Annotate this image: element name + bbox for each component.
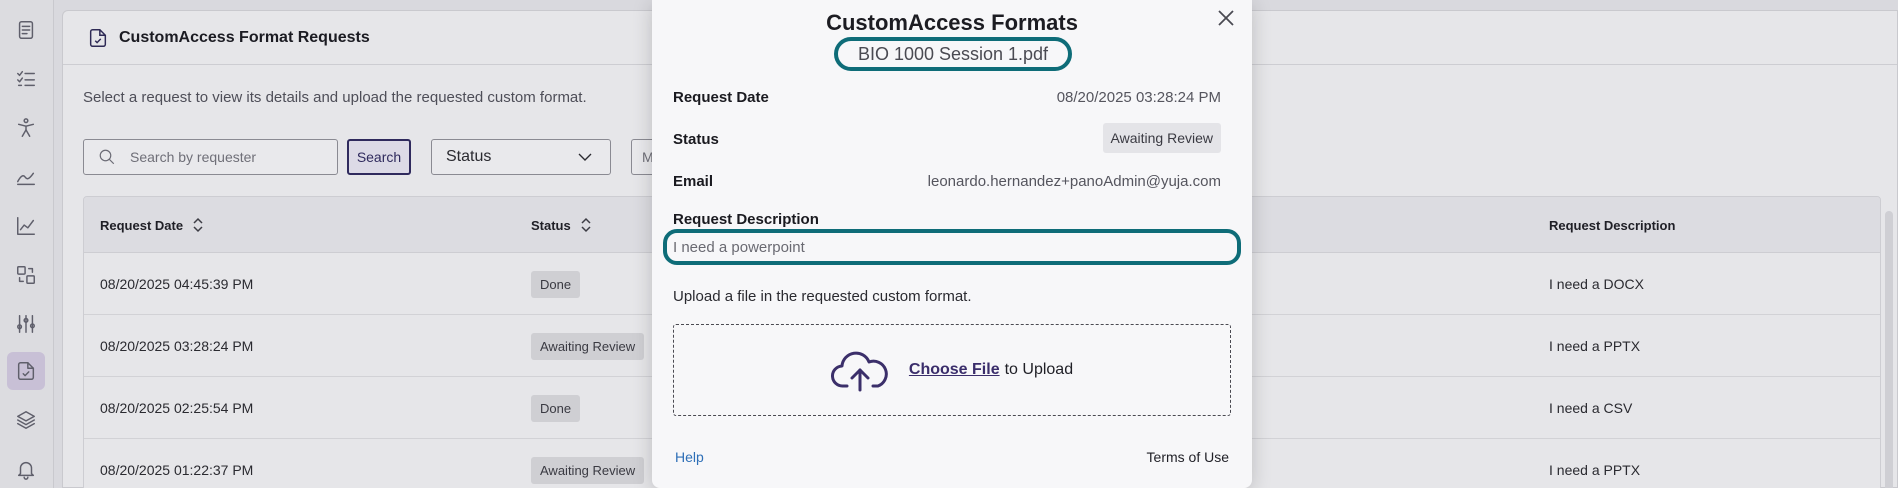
file-name: BIO 1000 Session 1.pdf [834, 37, 1072, 71]
column-header-label: Status [531, 217, 571, 233]
help-link[interactable]: Help [675, 449, 704, 465]
search-input[interactable]: Search by requester [83, 139, 338, 175]
close-icon [1218, 10, 1234, 26]
column-header-label: Request Date [100, 217, 184, 233]
custom-format-icon[interactable] [7, 352, 45, 390]
page-subtitle: Select a request to view its details and… [83, 89, 587, 106]
to-upload-text: to Upload [1004, 361, 1074, 378]
column-header-request-description: Request Description [1549, 197, 1675, 253]
file-dropzone[interactable]: Choose File to Upload [673, 324, 1231, 416]
cell-status: Done [531, 377, 581, 439]
choose-file-link[interactable]: Choose File [909, 361, 1000, 379]
custom-format-modal: CustomAccess Formats BIO 1000 Session 1.… [652, 0, 1252, 488]
cell-description: I need a CSV [1549, 400, 1633, 416]
table-scrollbar[interactable] [1885, 211, 1893, 488]
status-badge: Done [531, 394, 581, 422]
signature-icon[interactable] [7, 158, 45, 196]
cell-date: 08/20/2025 03:28:24 PM [100, 338, 254, 354]
status-badge: Awaiting Review [531, 456, 645, 484]
sort-icon [581, 217, 591, 233]
modal-title: CustomAccess Formats [826, 10, 1078, 35]
cell-status: Awaiting Review [531, 315, 645, 377]
column-header-status[interactable]: Status [531, 197, 593, 253]
search-button[interactable]: Search [347, 139, 411, 175]
column-header-request-date[interactable]: Request Date [100, 197, 205, 253]
email-label: Email [673, 173, 714, 190]
cell-description: I need a DOCX [1549, 276, 1644, 292]
chevron-down-icon [578, 153, 592, 161]
status-label: Status [673, 131, 719, 148]
request-date-value: 08/20/2025 03:28:24 PM [1056, 89, 1221, 106]
cell-date: 08/20/2025 01:22:37 PM [100, 462, 254, 478]
checklist-icon[interactable] [7, 60, 45, 98]
status-badge: Awaiting Review [1102, 123, 1221, 153]
status-badge: Awaiting Review [531, 332, 645, 360]
bell-icon[interactable] [7, 450, 45, 488]
email-value: leonardo.hernandez+panoAdmin@yuja.com [927, 173, 1221, 190]
cell-date: 08/20/2025 02:25:54 PM [100, 400, 254, 416]
page-title: CustomAccess Format Requests [119, 28, 370, 46]
settings-sliders-icon[interactable] [7, 305, 45, 343]
convert-icon[interactable] [7, 256, 45, 294]
cell-status: Awaiting Review [531, 439, 645, 488]
accessibility-icon[interactable] [7, 109, 45, 147]
cell-description: I need a PPTX [1549, 338, 1641, 354]
search-icon [99, 149, 115, 165]
status-filter-label: Status [446, 148, 492, 165]
cell-date: 08/20/2025 04:45:39 PM [100, 276, 254, 292]
cell-description: I need a PPTX [1549, 462, 1641, 478]
close-button[interactable] [1212, 4, 1240, 32]
terms-of-use-link[interactable]: Terms of Use [1147, 449, 1229, 465]
request-date-label: Request Date [673, 89, 769, 106]
status-badge: Done [531, 270, 581, 298]
search-placeholder: Search by requester [130, 149, 257, 165]
request-description-label: Request Description [673, 211, 819, 228]
document-icon[interactable] [7, 11, 45, 49]
custom-format-icon [89, 28, 107, 47]
column-header-label: Request Description [1549, 217, 1676, 233]
layers-icon[interactable] [7, 401, 45, 439]
cloud-upload-icon [830, 351, 888, 392]
sort-icon [193, 217, 203, 233]
status-filter-select[interactable]: Status [431, 139, 611, 175]
left-nav-rail [0, 0, 54, 488]
analytics-icon[interactable] [7, 207, 45, 245]
request-description-value: I need a powerpoint [663, 229, 1241, 265]
cell-status: Done [531, 253, 581, 315]
upload-hint: Upload a file in the requested custom fo… [673, 288, 972, 305]
